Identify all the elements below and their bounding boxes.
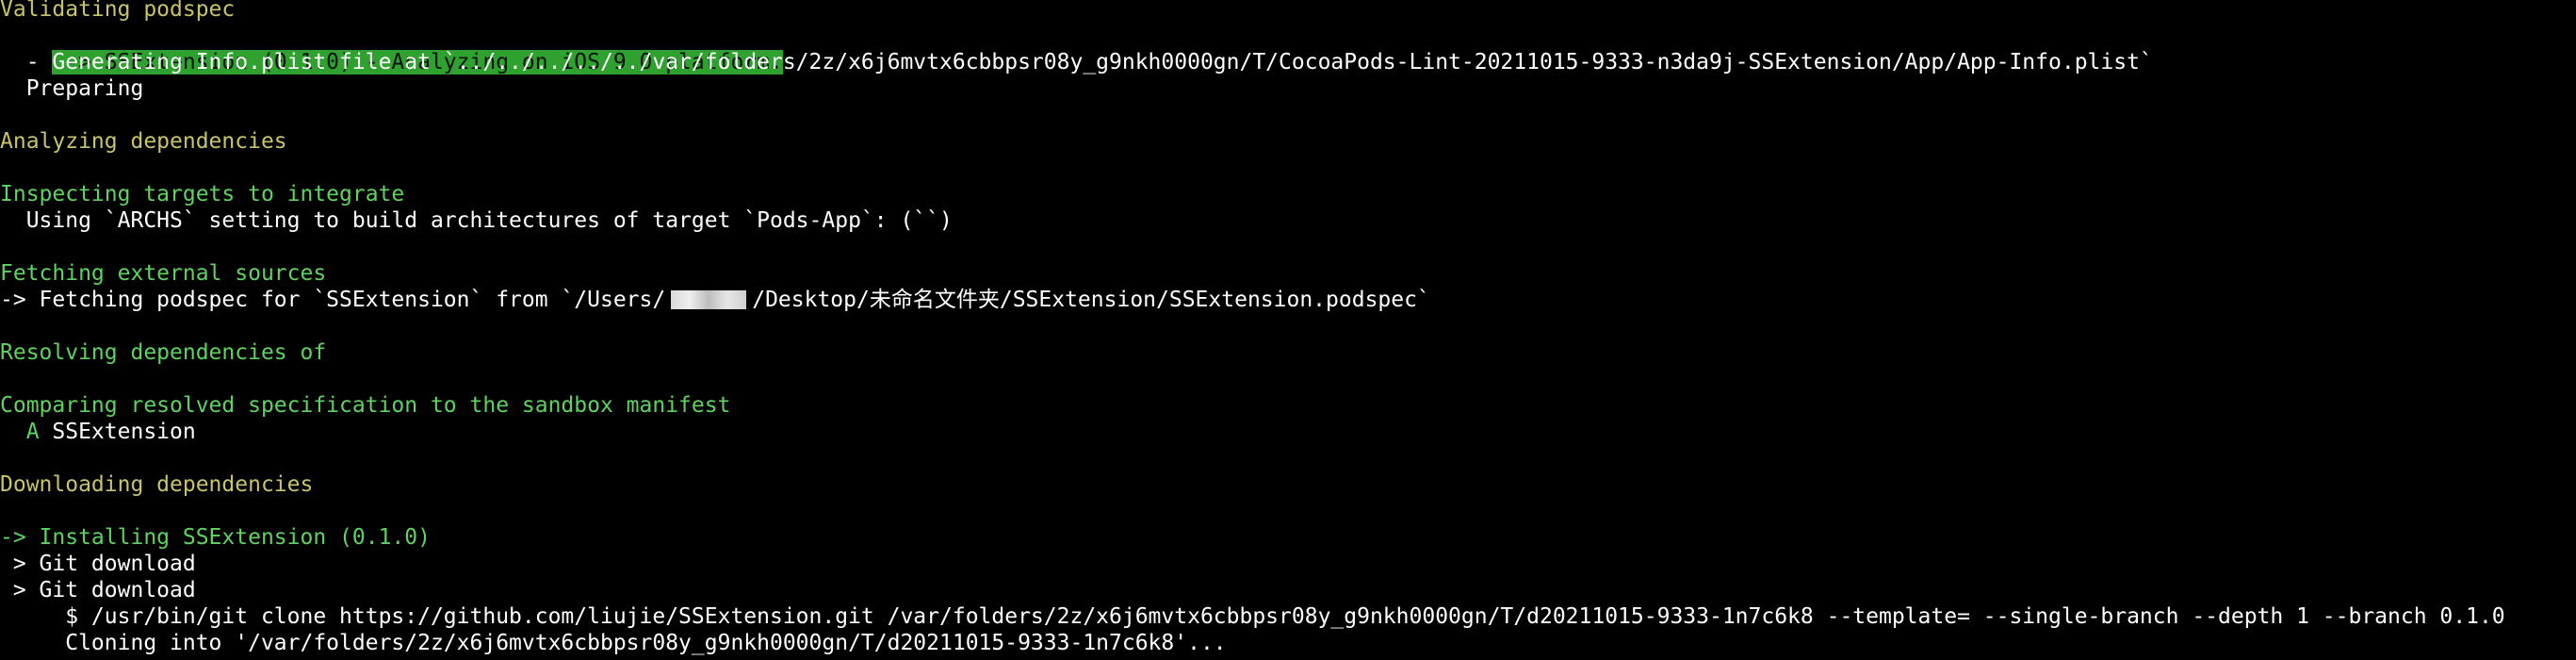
section-inspecting-targets: Inspecting targets to integrate <box>0 182 405 206</box>
added-pod-name: SSExtension <box>39 420 196 444</box>
section-validating-podspec: Validating podspec <box>0 0 236 22</box>
section-comparing-specification: Comparing resolved specification to the … <box>0 393 731 418</box>
installing-pod-line: -> Installing SSExtension (0.1.0) <box>0 525 431 550</box>
git-download-line-1: > Git download <box>0 552 196 576</box>
section-fetching-external-sources: Fetching external sources <box>0 261 327 286</box>
redacted-username <box>671 290 747 309</box>
added-marker: A <box>0 420 40 444</box>
cloning-into-line: Cloning into '/var/folders/2z/x6j6mvtx6c… <box>0 631 1227 655</box>
analyzing-platform-line: -> SSExtension (0.1.0) - Analyzing on iO… <box>0 23 783 74</box>
git-clone-command-line: $ /usr/bin/git clone https://github.com/… <box>0 604 2505 629</box>
using-archs-line: Using `ARCHS` setting to build architect… <box>0 208 953 233</box>
section-resolving-dependencies: Resolving dependencies of <box>0 340 327 365</box>
generating-info-plist-line: - Generating Info.plist file at `../../.… <box>0 50 2153 74</box>
preparing-line: Preparing <box>0 76 144 101</box>
fetching-podspec-suffix: /Desktop/未命名文件夹/SSExtension/SSExtension.… <box>752 288 1430 312</box>
section-analyzing-dependencies: Analyzing dependencies <box>0 129 287 154</box>
section-downloading-dependencies: Downloading dependencies <box>0 472 314 497</box>
fetching-podspec-prefix: -> Fetching podspec for `SSExtension` fr… <box>0 288 666 312</box>
added-pod-line: A SSExtension <box>0 419 196 445</box>
terminal-window[interactable]: Validating podspec -> SSExtension (0.1.0… <box>0 0 2576 660</box>
git-download-line-2: > Git download <box>0 578 196 602</box>
fetching-podspec-line: -> Fetching podspec for `SSExtension` fr… <box>0 287 1430 313</box>
